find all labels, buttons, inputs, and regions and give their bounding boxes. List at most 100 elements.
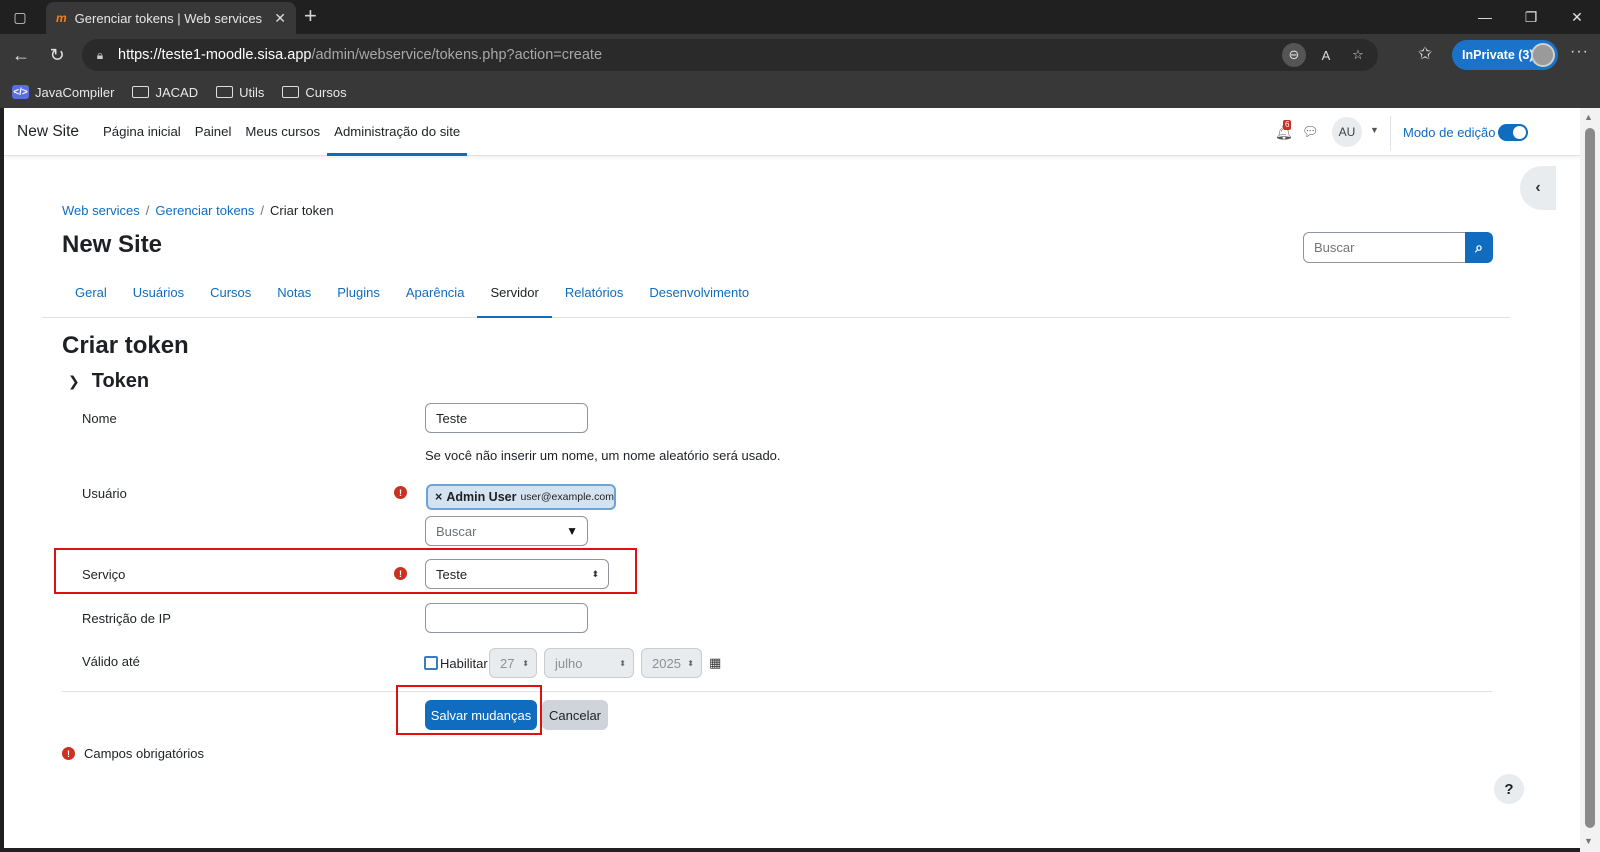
minimize-icon[interactable]: —	[1462, 0, 1508, 34]
tab-actions-icon[interactable]: ▢	[8, 6, 32, 28]
cancel-button[interactable]: Cancelar	[542, 700, 608, 730]
bookmark-jacad[interactable]: JACAD	[132, 85, 198, 100]
profile-avatar	[1531, 43, 1555, 67]
tab-appearance[interactable]: Aparência	[393, 276, 478, 318]
page-viewport: New Site Página inicial Painel Meus curs…	[4, 108, 1580, 848]
day-select[interactable]: 27 ⬍	[489, 648, 537, 678]
nav-site-admin[interactable]: Administração do site	[327, 108, 468, 156]
required-icon: !	[394, 486, 407, 499]
user-search-select[interactable]: Buscar ▼	[425, 516, 588, 546]
navbar-divider	[1390, 116, 1391, 150]
browser-tab[interactable]: m Gerenciar tokens | Web services | ✕	[46, 2, 296, 34]
edit-mode-toggle[interactable]	[1498, 124, 1528, 141]
remove-tag-icon[interactable]: ×	[435, 490, 442, 504]
breadcrumb-manage-tokens[interactable]: Gerenciar tokens	[155, 203, 254, 218]
tab-users[interactable]: Usuários	[120, 276, 197, 318]
bookmark-utils[interactable]: Utils	[216, 85, 264, 100]
inprivate-button[interactable]: InPrivate (3)	[1452, 40, 1558, 70]
address-row: ← ↻ 🔒︎ https://teste1-moodle.sisa.app/ad…	[0, 34, 1600, 76]
bookmark-cursos[interactable]: Cursos	[282, 85, 347, 100]
zoom-icon[interactable]: ⊖	[1282, 43, 1306, 67]
nav-home[interactable]: Página inicial	[96, 108, 188, 156]
restore-icon[interactable]: ❐	[1508, 0, 1554, 34]
tab-general[interactable]: Geral	[62, 276, 120, 318]
folder-icon	[216, 86, 234, 98]
scrollbar-thumb[interactable]	[1585, 128, 1595, 828]
reload-icon[interactable]: ↻	[44, 42, 70, 68]
admin-secondary-tabs: Geral Usuários Cursos Notas Plugins Apar…	[42, 276, 1510, 318]
breadcrumb-current: Criar token	[270, 203, 334, 218]
address-bar-icons: ⊖ A ☆	[1282, 43, 1370, 67]
scroll-down-icon[interactable]: ▼	[1584, 836, 1593, 846]
close-window-icon[interactable]: ✕	[1554, 0, 1600, 34]
required-icon: !	[394, 567, 407, 580]
user-label: Usuário	[82, 486, 127, 501]
messages-chat-icon[interactable]: 💬︎	[1302, 124, 1319, 140]
page-scrollbar[interactable]: ▲ ▼	[1580, 108, 1600, 852]
save-button[interactable]: Salvar mudanças	[425, 700, 537, 730]
token-section-header[interactable]: ❯ Token	[68, 370, 149, 393]
address-bar[interactable]: 🔒︎ https://teste1-moodle.sisa.app/admin/…	[82, 39, 1378, 71]
site-title: New Site	[62, 231, 163, 258]
enable-date-label: Habilitar	[440, 656, 488, 671]
admin-search-input[interactable]	[1303, 232, 1467, 263]
favorite-star-icon[interactable]: ☆	[1346, 43, 1370, 67]
browser-tabbar: ▢ m Gerenciar tokens | Web services | ✕ …	[0, 0, 1600, 34]
service-value: Teste	[436, 566, 468, 582]
year-select[interactable]: 2025 ⬍	[641, 648, 702, 678]
search-icon[interactable]: ⌕	[1465, 232, 1493, 263]
required-fields-note: ! Campos obrigatórios	[62, 746, 204, 761]
notifications-bell-icon[interactable]: 🔔︎ 6	[1275, 120, 1293, 141]
edit-mode-label: Modo de edição	[1403, 125, 1496, 140]
select-arrows-icon: ⬍	[591, 568, 599, 579]
user-avatar[interactable]: AU	[1332, 117, 1362, 147]
more-menu-icon[interactable]: ···	[1570, 43, 1589, 61]
folder-icon	[132, 86, 150, 98]
tab-server[interactable]: Servidor	[477, 276, 552, 318]
enable-date-checkbox[interactable]	[424, 656, 438, 670]
tab-development[interactable]: Desenvolvimento	[636, 276, 762, 318]
site-brand[interactable]: New Site	[17, 123, 79, 141]
tab-close-icon[interactable]: ✕	[274, 10, 286, 27]
moodle-navbar: New Site Página inicial Painel Meus curs…	[4, 108, 1580, 156]
bookmark-javacompiler[interactable]: </> JavaCompiler	[12, 85, 114, 100]
lock-icon[interactable]: 🔒︎	[92, 48, 108, 63]
moodle-favicon-icon: m	[56, 11, 67, 25]
nav-my-courses[interactable]: Meus cursos	[238, 108, 327, 156]
valid-until-label: Válido até	[82, 654, 140, 669]
folder-icon	[282, 86, 300, 98]
tab-plugins[interactable]: Plugins	[324, 276, 393, 318]
page-title: Criar token	[62, 332, 189, 359]
nav-dashboard[interactable]: Painel	[188, 108, 239, 156]
new-tab-icon[interactable]: +	[304, 4, 317, 28]
scroll-up-icon[interactable]: ▲	[1584, 112, 1593, 122]
tab-reports[interactable]: Relatórios	[552, 276, 637, 318]
open-block-drawer-chevron-left-icon[interactable]: ‹	[1520, 166, 1556, 210]
tab-grades[interactable]: Notas	[264, 276, 324, 318]
window-controls: — ❐ ✕	[1462, 0, 1600, 34]
help-question-icon[interactable]: ?	[1494, 774, 1524, 804]
back-icon[interactable]: ←	[8, 42, 34, 68]
calendar-icon[interactable]: ▦	[709, 655, 721, 671]
breadcrumb-web-services[interactable]: Web services	[62, 203, 140, 218]
user-menu-chevron-down-icon[interactable]: ▼	[1370, 125, 1379, 135]
ip-restriction-input[interactable]	[425, 603, 588, 633]
favorites-icon[interactable]: ✩	[1418, 44, 1432, 64]
admin-search: ⌕	[1303, 232, 1493, 263]
breadcrumb: Web services / Gerenciar tokens / Criar toke…	[62, 203, 334, 218]
section-title: Token	[91, 370, 150, 392]
tab-courses[interactable]: Cursos	[197, 276, 264, 318]
chevron-down-icon[interactable]: ❯	[68, 373, 80, 390]
dropdown-arrow-icon: ▼	[566, 524, 578, 538]
selected-user-tag[interactable]: × Admin User user@example.com	[426, 484, 616, 510]
service-select[interactable]: Teste ⬍	[425, 559, 609, 589]
primary-navigation: Página inicial Painel Meus cursos Admini…	[96, 108, 468, 156]
name-input[interactable]	[425, 403, 588, 433]
tab-title: Gerenciar tokens | Web services |	[74, 10, 267, 26]
select-arrows-icon: ⬍	[619, 658, 626, 668]
name-label: Nome	[82, 411, 117, 426]
month-select[interactable]: julho ⬍	[544, 648, 634, 678]
code-icon: </>	[12, 85, 29, 99]
user-tag-email: user@example.com	[520, 491, 614, 503]
read-aloud-icon[interactable]: A	[1314, 43, 1338, 67]
